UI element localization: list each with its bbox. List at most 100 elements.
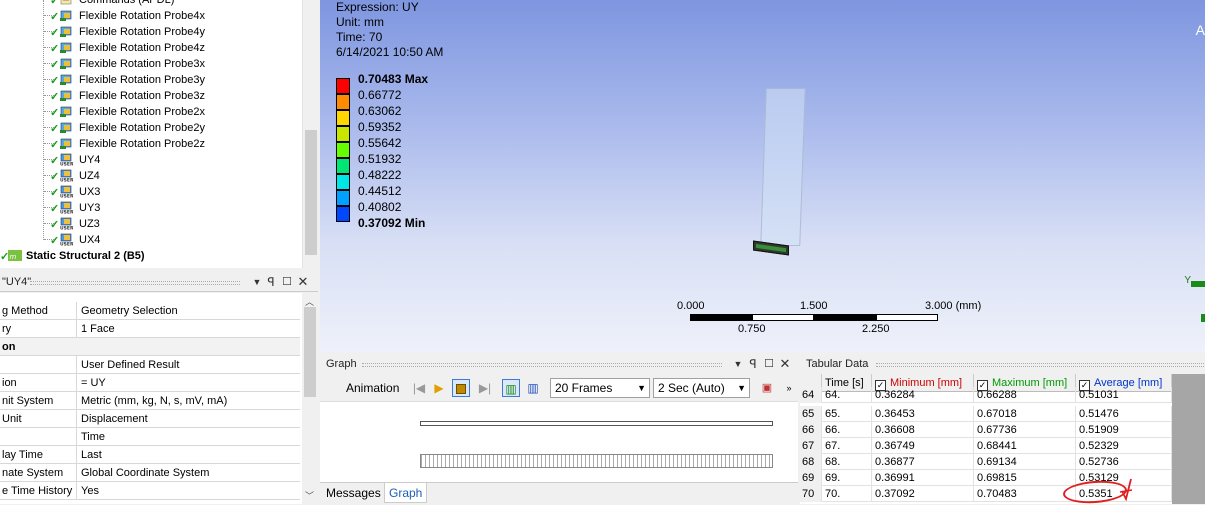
details-row[interactable]: e Time History Yes	[0, 482, 300, 500]
toolbar-overflow-icon[interactable]: »	[780, 379, 798, 397]
tree-item[interactable]: ✓ Flexible Rotation Probe4x	[0, 8, 300, 24]
scale-label-1: 1.500	[800, 300, 828, 312]
tree-item[interactable]: ✓ Flexible Rotation Probe3x	[0, 56, 300, 72]
axis-triad-arrow[interactable]	[1191, 281, 1205, 287]
tree-item[interactable]: ✓ Commands (APDL)	[0, 0, 300, 8]
table-cell: 0.70483	[974, 486, 1076, 502]
tree-item[interactable]: ✓ USER UZ4	[0, 168, 300, 184]
animation-timeline[interactable]	[320, 403, 798, 481]
maximize-icon[interactable]: ☐	[280, 275, 294, 288]
close-icon[interactable]: ✕	[296, 274, 310, 290]
tree-scrollbar[interactable]	[302, 0, 318, 268]
table-row[interactable]: 68 68. 0.36877 0.69134 0.52736	[800, 454, 1172, 470]
animation-toolbar: Animation |◀ ▶ ▶| ▥ ▥ 20 Frames ▼ 2 Sec (…	[320, 374, 798, 402]
legend-label: 0.37092 Min	[358, 216, 426, 230]
frames-select[interactable]: 20 Frames ▼	[550, 378, 650, 398]
dropdown-icon[interactable]: ▼	[731, 359, 745, 369]
tree-item[interactable]: ✓ Flexible Rotation Probe2z	[0, 136, 300, 152]
tree-item[interactable]: ✓ Flexible Rotation Probe2y	[0, 120, 300, 136]
table-cell: 0.51031	[1076, 387, 1172, 403]
table-cell: 0.37092	[872, 486, 974, 502]
tree-item[interactable]: ✓ Flexible Rotation Probe3y	[0, 72, 300, 88]
table-row[interactable]: 64 64. 0.36284 0.66288 0.51031	[800, 387, 1172, 403]
tree-item[interactable]: ✓ USER UY3	[0, 200, 300, 216]
tree-item[interactable]: ✓ USER UZ3	[0, 216, 300, 232]
probe-icon	[59, 9, 73, 22]
table-row[interactable]: 65 65. 0.36453 0.67018 0.51476	[800, 406, 1172, 422]
graph-panel: Graph ▼ ꟼ ☐ ✕ Animation |◀ ▶ ▶| ▥ ▥ 20 F…	[320, 355, 798, 504]
details-row-value[interactable]: Last	[78, 446, 300, 464]
tree-item-label: UX3	[79, 186, 101, 198]
graphics-viewport[interactable]: Expression: UY Unit: mm Time: 70 6/14/20…	[320, 0, 1205, 352]
tree-system-label: Static Structural 2 (B5)	[26, 250, 145, 262]
table-row[interactable]: 66 66. 0.36608 0.67736 0.51909	[800, 422, 1172, 438]
dropdown-icon[interactable]: ▼	[250, 277, 264, 287]
legend-color-swatch	[336, 110, 350, 126]
check-icon: ✓	[50, 75, 60, 87]
tab-graph[interactable]: Graph	[384, 483, 428, 503]
details-row-value[interactable]: Yes	[78, 482, 300, 500]
tree-item[interactable]: ✓ USER UX4	[0, 232, 300, 248]
details-row[interactable]: ion = UY	[0, 374, 300, 392]
details-row-value[interactable]: Time	[78, 428, 300, 446]
details-row-value[interactable]: 1 Face	[78, 320, 300, 338]
details-row[interactable]: User Defined Result	[0, 356, 300, 374]
scroll-down-icon[interactable]: ﹀	[305, 489, 314, 502]
tree-item[interactable]: ✓ Flexible Rotation Probe3z	[0, 88, 300, 104]
maximize-icon[interactable]: ☐	[762, 357, 776, 370]
close-icon[interactable]: ✕	[778, 356, 792, 372]
result-sets-icon[interactable]: ▥	[524, 379, 542, 397]
details-row[interactable]: lay Time Last	[0, 446, 300, 464]
next-frame-icon[interactable]: ▶|	[476, 379, 494, 397]
export-video-icon[interactable]: ▣	[758, 379, 776, 397]
legend-label: 0.48222	[358, 168, 402, 182]
legend-label: 0.40802	[358, 200, 402, 214]
details-row-value[interactable]: = UY	[78, 374, 300, 392]
tree-scrollbar-thumb[interactable]	[305, 130, 317, 255]
details-row[interactable]: Time	[0, 428, 300, 446]
tree-item[interactable]: ✓ USER UX3	[0, 184, 300, 200]
details-scrollbar[interactable]: ︿ ﹀	[302, 293, 318, 504]
tree-item-label: Flexible Rotation Probe4y	[79, 26, 205, 38]
details-row-key: ry	[0, 320, 77, 338]
details-row[interactable]: nate System Global Coordinate System	[0, 464, 300, 482]
details-row-key: on	[2, 341, 16, 353]
tabular-title: Tabular Data	[806, 358, 869, 370]
pin-icon[interactable]: ꟼ	[264, 275, 278, 289]
tree-system-item[interactable]: ✓ m Static Structural 2 (B5)	[0, 248, 300, 264]
duration-select[interactable]: 2 Sec (Auto) ▼	[653, 378, 750, 398]
frames-track[interactable]	[420, 454, 773, 468]
pin-icon[interactable]: ꟼ	[746, 357, 760, 371]
details-scrollbar-thumb[interactable]	[304, 307, 316, 397]
details-row[interactable]: on	[0, 338, 300, 356]
previous-frame-icon[interactable]: |◀	[410, 379, 428, 397]
details-row[interactable]: Unit Displacement	[0, 410, 300, 428]
distributed-frames-icon[interactable]: ▥	[502, 379, 520, 397]
stop-button[interactable]	[452, 379, 470, 397]
tree-item[interactable]: ✓ Flexible Rotation Probe2x	[0, 104, 300, 120]
details-row[interactable]: nit System Metric (mm, kg, N, s, mV, mA)	[0, 392, 300, 410]
tree-item[interactable]: ✓ USER UY4	[0, 152, 300, 168]
details-row[interactable]: g Method Geometry Selection	[0, 302, 300, 320]
play-icon[interactable]: ▶	[430, 379, 448, 397]
tree-item[interactable]: ✓ Flexible Rotation Probe4z	[0, 40, 300, 56]
details-row-value[interactable]: User Defined Result	[78, 356, 300, 374]
tree-item[interactable]: ✓ Flexible Rotation Probe4y	[0, 24, 300, 40]
check-icon: ✓	[50, 11, 60, 23]
check-icon: ✓	[50, 27, 60, 39]
check-icon: ✓	[50, 171, 60, 183]
check-icon: ✓	[50, 123, 60, 135]
table-row[interactable]: 67 67. 0.36749 0.68441 0.52329	[800, 438, 1172, 454]
details-row-value[interactable]: Displacement	[78, 410, 300, 428]
axis-triad-dot[interactable]	[1201, 314, 1205, 322]
scale-seg-1	[690, 314, 752, 321]
details-row[interactable]: ry 1 Face	[0, 320, 300, 338]
annotation-mark	[1119, 478, 1133, 501]
timeline-track[interactable]	[420, 421, 773, 426]
details-row-value[interactable]: Geometry Selection	[78, 302, 300, 320]
tab-messages[interactable]: Messages	[322, 483, 385, 503]
details-row-value[interactable]: Metric (mm, kg, N, s, mV, mA)	[78, 392, 300, 410]
details-row-value[interactable]: Global Coordinate System	[78, 464, 300, 482]
scale-label-3: 0.750	[738, 323, 766, 335]
user-result-icon: USER	[59, 233, 74, 248]
